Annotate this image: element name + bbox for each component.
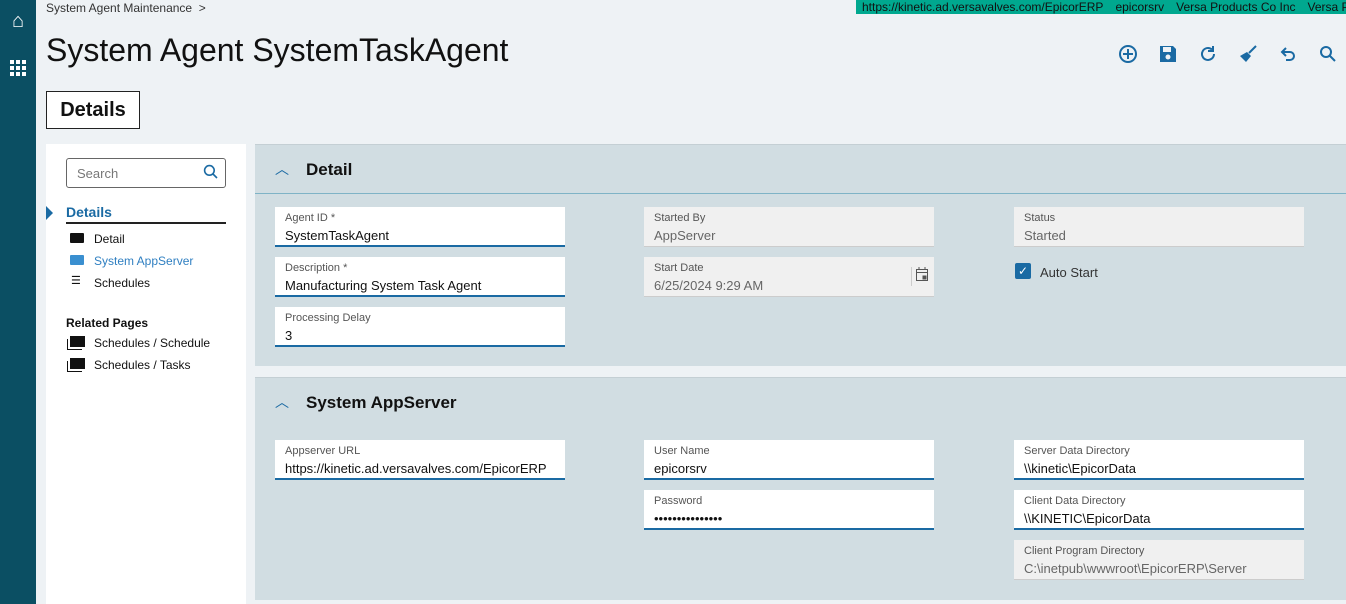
search-icon[interactable] [203,164,219,183]
undo-icon[interactable] [1278,44,1298,64]
field-label: Start Date [654,262,704,274]
refresh-icon[interactable] [1198,44,1218,64]
field-label: Processing Delay [285,312,371,324]
chevron-up-icon[interactable]: ︿ [275,159,289,179]
field-label: Client Data Directory [1024,495,1126,507]
field-value[interactable]: \\kinetic\EpicorData [1024,461,1294,476]
password-field[interactable]: Password ••••••••••••••• [644,490,934,530]
field-label: Description * [285,262,348,274]
server-data-directory-field[interactable]: Server Data Directory \\kinetic\EpicorDat… [1014,440,1304,480]
detail-section: ︿ Detail Agent ID * SystemTaskAgent Descri… [255,144,1346,366]
field-label: User Name [654,445,710,457]
field-value: AppServer [654,228,716,243]
expanded-indicator-icon [46,206,53,220]
breadcrumb-separator: > [198,1,206,15]
field-value[interactable]: ••••••••••••••• [654,511,924,526]
appserver-url-field[interactable]: Appserver URL https://kinetic.ad.versaval… [275,440,565,480]
start-date-field: Start Date 6/25/2024 9:29 AM [644,257,934,297]
field-label: Password [654,495,703,507]
section-title: System AppServer [306,393,457,412]
appserver-section-header[interactable]: ︿ System AppServer [255,378,1346,427]
add-new-icon[interactable] [1118,44,1138,64]
env-url: https://kinetic.ad.versavalves.com/Epico… [862,0,1104,14]
processing-delay-field[interactable]: Processing Delay 3 [275,307,565,347]
field-value[interactable]: \\KINETIC\EpicorData [1024,511,1294,526]
save-icon[interactable] [1158,44,1178,64]
breadcrumb-item[interactable]: System Agent Maintenance [46,1,192,15]
calendar-icon[interactable] [911,267,928,286]
pages-icon [70,358,85,369]
field-label: Agent ID * [285,212,336,224]
sidebar-group-details[interactable]: Details [66,204,226,224]
card-icon [70,233,84,243]
sidebar-search-input[interactable]: Search [66,158,226,188]
env-site: Versa Products [1307,0,1346,14]
field-label: Status [1024,212,1056,224]
field-label: Started By [654,212,706,224]
sidebar-item-schedules[interactable]: Schedules [94,276,150,290]
client-program-directory-field: Client Program Directory C:\inetpub\wwwro… [1014,540,1304,580]
home-icon[interactable]: ⌂ [0,10,36,33]
env-user: epicorsrv [1115,0,1165,14]
agent-id-field[interactable]: Agent ID * SystemTaskAgent [275,207,565,247]
related-schedules-tasks[interactable]: Schedules / Tasks [94,358,191,372]
tab-details[interactable]: Details [46,91,140,129]
related-schedules-schedule[interactable]: Schedules / Schedule [94,336,210,350]
started-by-field: Started By AppServer [644,207,934,247]
system-appserver-section: ︿ System AppServer Appserver URL https://k… [255,377,1346,600]
field-value: 6/25/2024 9:29 AM [654,278,764,293]
sidebar-item-system-appserver[interactable]: System AppServer [94,254,193,268]
field-value: Started [1024,228,1066,243]
search-icon[interactable] [1318,44,1338,64]
auto-start-label: Auto Start [1040,265,1098,280]
field-value[interactable]: SystemTaskAgent [285,228,555,243]
search-placeholder: Search [77,166,119,181]
field-label: Appserver URL [285,445,361,457]
clear-broom-icon[interactable] [1238,44,1258,64]
detail-section-header[interactable]: ︿ Detail [255,145,1346,194]
field-value[interactable]: Manufacturing System Task Agent [285,278,555,293]
apps-grid-icon[interactable] [0,60,36,81]
field-label: Server Data Directory [1024,445,1130,457]
user-name-field[interactable]: User Name epicorsrv [644,440,934,480]
list-icon: ☰ [71,275,81,287]
section-title: Detail [306,160,353,179]
card-icon [70,255,84,265]
auto-start-checkbox[interactable]: ✓ [1015,263,1031,279]
field-value[interactable]: epicorsrv [654,461,924,476]
sidebar: Search Details Detail System AppServer ☰… [46,144,246,604]
status-field: Status Started [1014,207,1304,247]
description-field[interactable]: Description * Manufacturing System Task A… [275,257,565,297]
field-value[interactable]: https://kinetic.ad.versavalves.com/Epico… [285,461,555,476]
environment-bar: https://kinetic.ad.versavalves.com/Epico… [856,0,1346,14]
page-title: System Agent SystemTaskAgent [46,32,509,68]
client-data-directory-field[interactable]: Client Data Directory \\KINETIC\EpicorDat… [1014,490,1304,530]
pages-icon [70,336,85,347]
env-company: Versa Products Co Inc [1176,0,1296,14]
chevron-up-icon[interactable]: ︿ [275,392,289,412]
field-value[interactable]: 3 [285,328,555,343]
related-pages-heading: Related Pages [66,316,149,330]
field-value: C:\inetpub\wwwroot\EpicorERP\Server [1024,561,1247,576]
app-rail: ⌂ [0,0,36,604]
sidebar-item-detail[interactable]: Detail [94,232,125,246]
breadcrumb[interactable]: System Agent Maintenance > [46,1,206,15]
field-label: Client Program Directory [1024,545,1145,557]
